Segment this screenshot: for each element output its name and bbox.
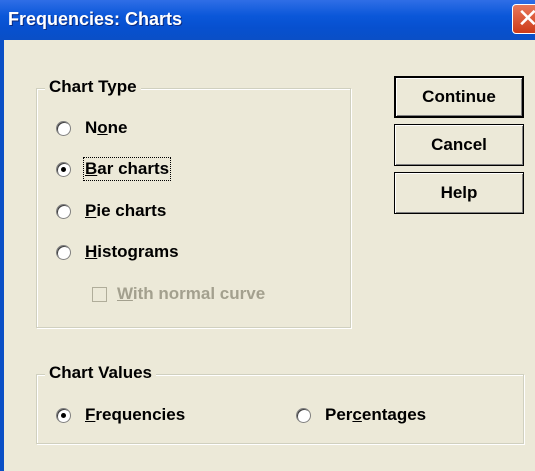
radio-percentages[interactable]: Percentages xyxy=(296,403,426,427)
title-bar: Frequencies: Charts ✕ xyxy=(0,0,535,40)
radio-histograms-label: Histograms xyxy=(85,242,179,261)
radio-none[interactable]: None xyxy=(56,116,128,140)
close-icon: ✕ xyxy=(517,3,535,33)
window-border xyxy=(0,40,4,471)
radio-histograms[interactable]: Histograms xyxy=(56,240,179,264)
normal-curve-checkbox-row[interactable]: With normal curve xyxy=(92,284,265,304)
radio-frequencies-button[interactable] xyxy=(56,407,71,423)
radio-pie-charts-button[interactable] xyxy=(56,203,71,219)
radio-histograms-button[interactable] xyxy=(56,244,71,260)
radio-bar-charts-label: Bar charts xyxy=(82,157,172,181)
radio-bar-charts[interactable]: Bar charts xyxy=(56,157,172,181)
close-button[interactable]: ✕ xyxy=(512,3,535,34)
radio-percentages-button[interactable] xyxy=(296,407,311,423)
radio-bar-charts-button[interactable] xyxy=(56,161,71,177)
continue-button[interactable]: Continue xyxy=(394,76,524,118)
normal-curve-label: With normal curve xyxy=(117,284,266,303)
radio-percentages-label: Percentages xyxy=(325,405,427,424)
radio-pie-charts-label: Pie charts xyxy=(85,201,167,220)
help-button[interactable]: Help xyxy=(394,172,524,214)
radio-none-button[interactable] xyxy=(56,120,71,136)
radio-none-label: None xyxy=(85,118,128,137)
chart-values-legend: Chart Values xyxy=(45,363,156,383)
radio-pie-charts[interactable]: Pie charts xyxy=(56,199,166,223)
radio-frequencies[interactable]: Frequencies xyxy=(56,403,185,427)
cancel-button[interactable]: Cancel xyxy=(394,124,524,166)
window-title: Frequencies: Charts xyxy=(8,9,183,29)
chart-type-legend: Chart Type xyxy=(45,77,141,97)
radio-frequencies-label: Frequencies xyxy=(85,405,186,424)
normal-curve-checkbox[interactable] xyxy=(92,286,107,302)
